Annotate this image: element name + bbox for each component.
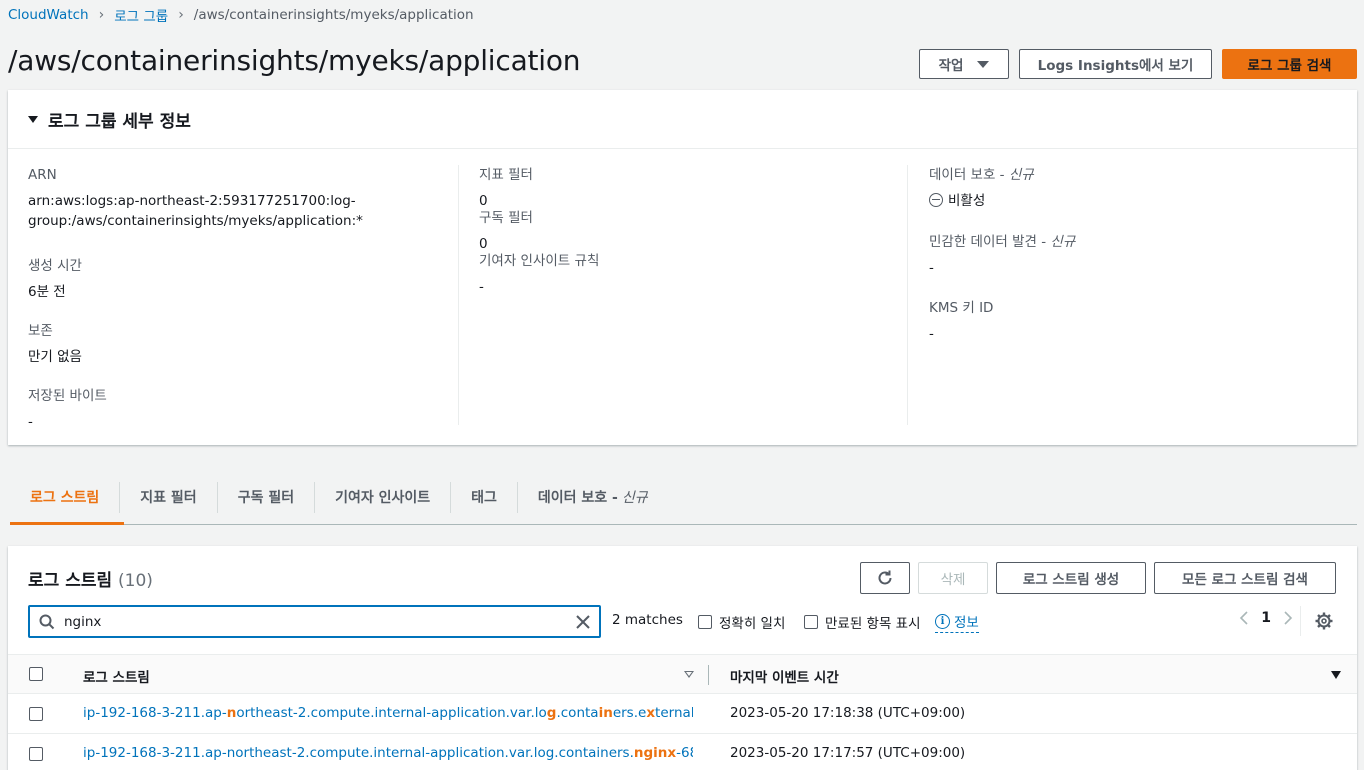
disabled-icon <box>929 193 943 207</box>
details-column-1: ARN arn:aws:logs:ap-northeast-2:59317725… <box>28 166 458 432</box>
data-protection-value: 비활성 <box>929 191 1349 211</box>
log-streams-count: (10) <box>118 571 153 591</box>
row-checkbox[interactable] <box>29 747 43 761</box>
actions-label: 작업 <box>938 58 964 74</box>
gear-icon[interactable] <box>1315 612 1333 630</box>
page-title: /aws/containerinsights/myeks/application <box>8 44 581 77</box>
breadcrumb: CloudWatch › 로그 그룹 › /aws/containerinsig… <box>8 5 474 25</box>
column-header-last-event-time[interactable]: 마지막 이벤트 시간 <box>730 666 839 686</box>
exact-match-checkbox[interactable] <box>698 615 712 629</box>
new-tag: 신규 <box>1050 234 1076 250</box>
sensitive-data-value: - <box>929 260 934 276</box>
column-header-log-stream[interactable]: 로그 스트림 <box>83 666 150 686</box>
retention-label: 보존 <box>28 323 53 339</box>
pager-divider <box>1300 606 1301 636</box>
retention-value: 만기 없음 <box>28 349 82 365</box>
arn-label: ARN <box>28 167 57 183</box>
info-link[interactable]: i 정보 <box>935 611 979 633</box>
search-log-group-button[interactable]: 로그 그룹 검색 <box>1222 49 1357 79</box>
info-link-wrap[interactable]: i 정보 <box>935 611 979 633</box>
caret-down-icon <box>977 60 990 68</box>
log-stream-search-box <box>28 605 601 638</box>
chevron-right-icon: › <box>178 7 184 23</box>
log-stream-link[interactable]: ip-192-168-3-211.ap-northeast-2.compute.… <box>83 745 693 761</box>
tabs-bar: 로그 스트림 지표 필터 구독 필터 기여자 인사이트 태그 데이터 보호 - … <box>10 470 1357 525</box>
page-number[interactable]: 1 <box>1261 610 1271 626</box>
details-column-3: 데이터 보호 - 신규 비활성 민감한 데이터 발견 - 신규 - KMS 키 … <box>929 166 1349 344</box>
sensitive-data-label: 민감한 데이터 발견 - 신규 <box>929 234 1076 250</box>
chevron-right-icon[interactable] <box>1283 611 1293 625</box>
data-protection-label: 데이터 보호 - 신규 <box>929 167 1034 183</box>
arn-value-line2: group:/aws/containerinsights/myeks/appli… <box>28 213 363 229</box>
row-checkbox[interactable] <box>29 707 43 721</box>
chevron-left-icon[interactable] <box>1239 611 1249 625</box>
close-icon[interactable] <box>574 613 592 631</box>
metric-filter-value: 0 <box>479 193 488 209</box>
log-stream-link[interactable]: ip-192-168-3-211.ap-northeast-2.compute.… <box>83 705 693 721</box>
active-tab-indicator <box>10 522 124 525</box>
breadcrumb-log-groups[interactable]: 로그 그룹 <box>114 5 168 25</box>
created-label: 생성 시간 <box>28 258 82 274</box>
pagination: 1 <box>1227 610 1305 626</box>
stored-bytes-value: - <box>28 414 33 430</box>
last-event-time: 2023-05-20 17:17:57 (UTC+09:00) <box>730 745 966 761</box>
refresh-button[interactable] <box>860 562 910 594</box>
tab-contributor-insights[interactable]: 기여자 인사이트 <box>314 481 450 513</box>
select-all-checkbox[interactable] <box>29 667 43 681</box>
log-streams-title: 로그 스트림 (10) <box>28 571 153 591</box>
show-expired-checkbox[interactable] <box>804 615 818 629</box>
details-header-toggle[interactable]: 로그 그룹 세부 정보 <box>8 90 1357 149</box>
metric-filter-label: 지표 필터 <box>479 167 533 183</box>
sort-descending-icon[interactable] <box>1331 671 1341 679</box>
column-divider <box>907 165 908 425</box>
info-icon: i <box>935 613 950 629</box>
details-title: 로그 그룹 세부 정보 <box>48 111 191 132</box>
tab-data-protection[interactable]: 데이터 보호 - 신규 <box>516 481 668 513</box>
last-event-time: 2023-05-20 17:18:38 (UTC+09:00) <box>730 705 966 721</box>
chevron-right-icon: › <box>98 7 105 23</box>
show-expired-label: 만료된 항목 표시 <box>825 616 921 632</box>
table-row: ip-192-168-3-211.ap-northeast-2.compute.… <box>8 734 1357 770</box>
tab-log-streams[interactable]: 로그 스트림 <box>10 482 119 513</box>
contributor-insights-value: - <box>479 279 484 295</box>
stored-bytes-label: 저장된 바이트 <box>28 388 107 404</box>
new-tag: 신규 <box>621 490 648 506</box>
search-icon <box>39 614 55 629</box>
log-streams-table: 로그 스트림 마지막 이벤트 시간 ip-192-168-3-211.ap-no… <box>8 654 1357 770</box>
new-tag: 신규 <box>1008 167 1034 183</box>
exact-match-label: 정확히 일치 <box>719 616 786 632</box>
show-expired-option[interactable]: 만료된 항목 표시 <box>804 612 921 632</box>
expand-triangle-icon <box>28 115 38 123</box>
breadcrumb-cloudwatch[interactable]: CloudWatch <box>8 7 89 23</box>
refresh-icon <box>878 570 892 585</box>
column-resizer[interactable] <box>708 665 709 685</box>
subscription-filter-label: 구독 필터 <box>479 210 533 226</box>
actions-dropdown-button[interactable]: 작업 <box>919 49 1009 79</box>
created-value: 6분 전 <box>28 284 66 300</box>
table-row: ip-192-168-3-211.ap-northeast-2.compute.… <box>8 694 1357 734</box>
arn-value-line1: arn:aws:logs:ap-northeast-2:593177251700… <box>28 193 356 209</box>
kms-key-label: KMS 키 ID <box>929 300 994 316</box>
match-count: 2 matches <box>612 612 683 628</box>
create-log-stream-button[interactable]: 로그 스트림 생성 <box>996 562 1146 594</box>
sort-icon[interactable] <box>684 671 694 678</box>
search-all-log-streams-button[interactable]: 모든 로그 스트림 검색 <box>1154 562 1336 594</box>
subscription-filter-value: 0 <box>479 236 488 252</box>
exact-match-option[interactable]: 정확히 일치 <box>698 612 785 632</box>
log-group-details-panel: 로그 그룹 세부 정보 ARN arn:aws:logs:ap-northeas… <box>8 90 1357 445</box>
delete-button[interactable]: 삭제 <box>918 562 988 594</box>
contributor-insights-label: 기여자 인사이트 규칙 <box>479 253 600 269</box>
table-header: 로그 스트림 마지막 이벤트 시간 <box>8 654 1357 694</box>
log-stream-search-input[interactable] <box>64 613 574 630</box>
kms-key-value: - <box>929 326 934 342</box>
tab-tags[interactable]: 태그 <box>450 481 517 513</box>
details-column-2: 지표 필터 0 구독 필터 0 기여자 인사이트 규칙 - <box>479 166 909 297</box>
tab-subscription-filters[interactable]: 구독 필터 <box>216 481 314 513</box>
tab-metric-filters[interactable]: 지표 필터 <box>119 481 216 513</box>
log-streams-panel: 로그 스트림 (10) 삭제 로그 스트림 생성 모든 로그 스트림 검색 2 … <box>8 546 1357 770</box>
view-in-logs-insights-button[interactable]: Logs Insights에서 보기 <box>1019 49 1212 79</box>
column-divider <box>458 165 459 425</box>
breadcrumb-current: /aws/containerinsights/myeks/application <box>193 7 474 23</box>
arn-value: arn:aws:logs:ap-northeast-2:593177251700… <box>28 191 458 231</box>
